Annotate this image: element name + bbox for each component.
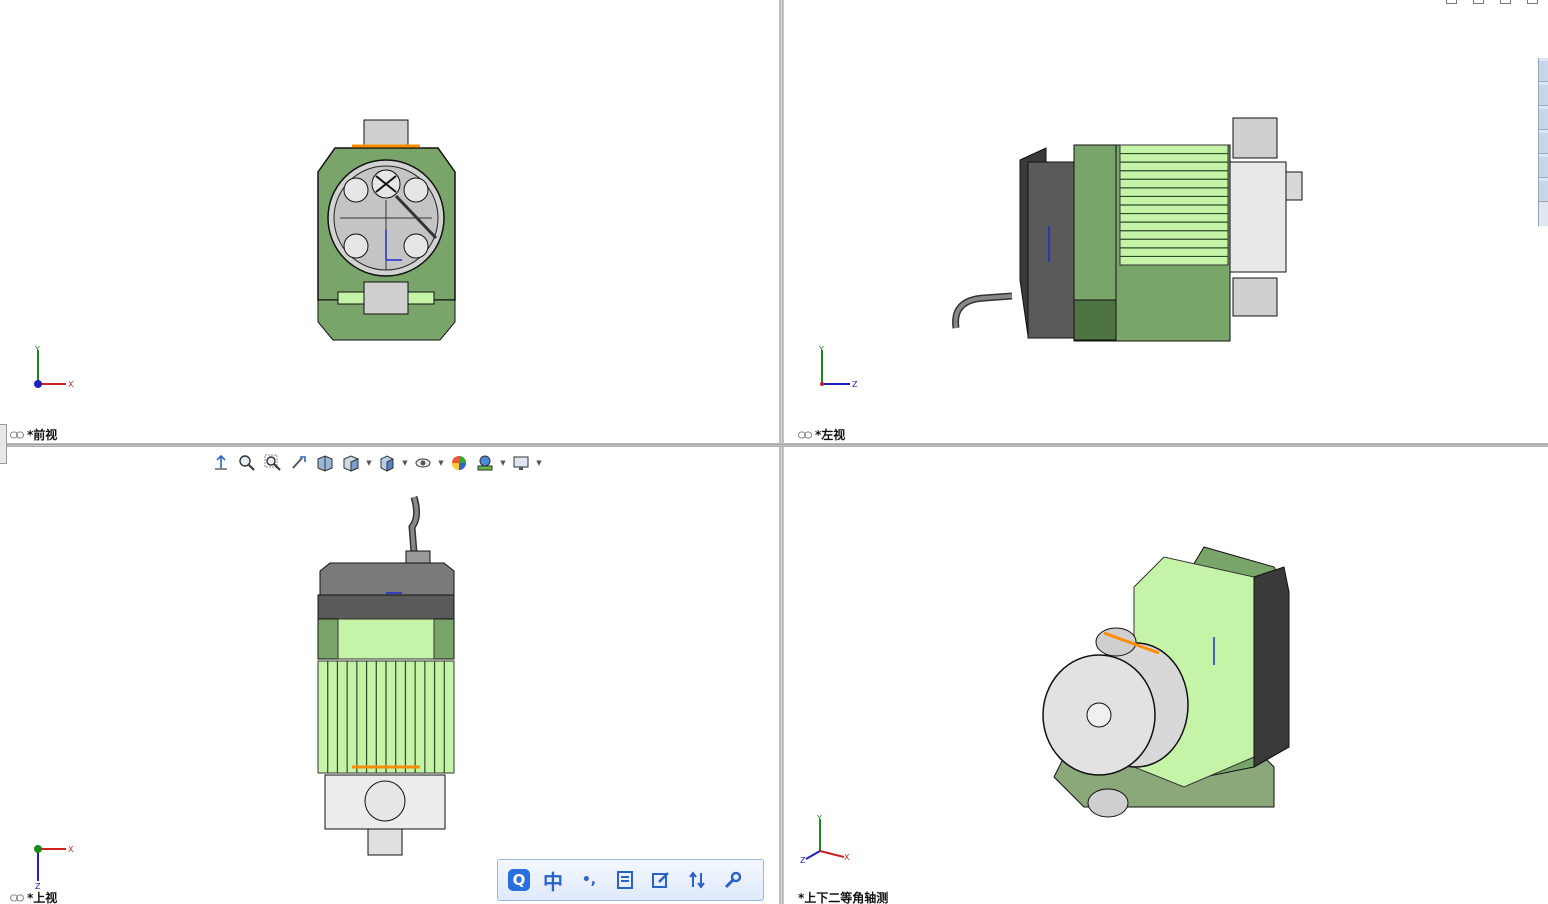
axis-triad-left: Y Z bbox=[818, 345, 858, 389]
display-style-icon[interactable] bbox=[376, 453, 398, 473]
zoom-to-area-icon[interactable] bbox=[262, 453, 284, 473]
axis-triad-front: Y X bbox=[34, 345, 74, 389]
task-pane-tab-appearances[interactable] bbox=[1539, 157, 1548, 178]
task-pane-tab-view-palette[interactable] bbox=[1539, 133, 1548, 154]
cooling-fins bbox=[317, 660, 455, 774]
display-style-dropdown[interactable]: ▼ bbox=[402, 453, 408, 473]
hide-show-items-icon[interactable] bbox=[412, 453, 434, 473]
svg-text:Z: Z bbox=[800, 856, 806, 863]
svg-text:X: X bbox=[844, 853, 850, 862]
toolbox-icon[interactable] bbox=[684, 867, 710, 893]
task-pane-tab-custom-properties[interactable] bbox=[1539, 181, 1548, 202]
ime-toolbar: Q 中 •, bbox=[497, 859, 764, 901]
view-label-top: *上视 bbox=[10, 889, 57, 904]
viewport-splitter-horizontal[interactable] bbox=[0, 443, 1548, 447]
pump-top-model bbox=[317, 495, 455, 856]
apply-scene-dropdown[interactable]: ▼ bbox=[500, 453, 506, 473]
chinese-mode-button[interactable]: 中 bbox=[540, 867, 566, 894]
ime-logo-icon[interactable]: Q bbox=[508, 869, 530, 891]
settings-icon[interactable] bbox=[720, 867, 746, 893]
zoom-to-fit-icon[interactable] bbox=[236, 453, 258, 473]
viewport-isometric[interactable]: Y X Z *上下二等角轴测 bbox=[784, 447, 1548, 904]
link-icon bbox=[10, 894, 24, 901]
edit-appearance-icon[interactable] bbox=[448, 453, 470, 473]
task-pane-tab-design-library[interactable] bbox=[1539, 85, 1548, 106]
feature-manager-collapse-tab[interactable] bbox=[0, 424, 7, 464]
previous-view-icon[interactable] bbox=[288, 453, 310, 473]
task-pane-tab-file-explorer[interactable] bbox=[1539, 109, 1548, 130]
cooling-fins bbox=[1119, 144, 1229, 266]
svg-text:Y: Y bbox=[34, 345, 40, 354]
svg-text:X: X bbox=[68, 380, 74, 389]
viewport-front[interactable]: Y X *前视 bbox=[0, 0, 779, 443]
heads-up-view-toolbar: ▼ ▼ ▼ ▼ ▼ bbox=[210, 452, 542, 474]
keyboard-icon[interactable] bbox=[612, 867, 638, 893]
view-label-front: *前视 bbox=[10, 426, 57, 443]
svg-text:Y: Y bbox=[816, 814, 822, 823]
pump-front-model bbox=[317, 119, 456, 341]
viewport-splitter-vertical[interactable] bbox=[779, 0, 784, 904]
svg-text:X: X bbox=[68, 845, 74, 854]
axis-triad-top: X Z bbox=[34, 845, 74, 891]
view-orientation-cube-icon[interactable] bbox=[340, 453, 362, 473]
viewport-top[interactable]: X Z *上视 bbox=[0, 447, 779, 904]
viewport-left[interactable]: Y Z *左视 bbox=[784, 0, 1548, 443]
link-icon bbox=[10, 431, 24, 438]
view-label-left: *左视 bbox=[798, 426, 845, 443]
view-orientation-icon[interactable] bbox=[210, 453, 232, 473]
view-orientation-dropdown[interactable]: ▼ bbox=[366, 453, 372, 473]
pump-isometric-model bbox=[1042, 546, 1290, 818]
handwriting-icon[interactable] bbox=[648, 867, 674, 893]
hide-show-dropdown[interactable]: ▼ bbox=[438, 453, 444, 473]
view-settings-dropdown[interactable]: ▼ bbox=[536, 453, 542, 473]
view-label-isometric: *上下二等角轴测 bbox=[798, 891, 889, 904]
pump-side-model bbox=[952, 117, 1303, 342]
view-settings-icon[interactable] bbox=[510, 453, 532, 473]
section-view-icon[interactable] bbox=[314, 453, 336, 473]
axis-triad-iso: Y X Z bbox=[800, 814, 850, 863]
apply-scene-icon[interactable] bbox=[474, 453, 496, 473]
punctuation-button[interactable]: •, bbox=[576, 867, 602, 893]
svg-text:Z: Z bbox=[852, 380, 858, 389]
task-pane-tab-resources[interactable] bbox=[1539, 61, 1548, 82]
svg-text:Y: Y bbox=[818, 345, 824, 354]
task-pane-tabs[interactable] bbox=[1538, 58, 1548, 226]
link-icon bbox=[798, 431, 812, 438]
